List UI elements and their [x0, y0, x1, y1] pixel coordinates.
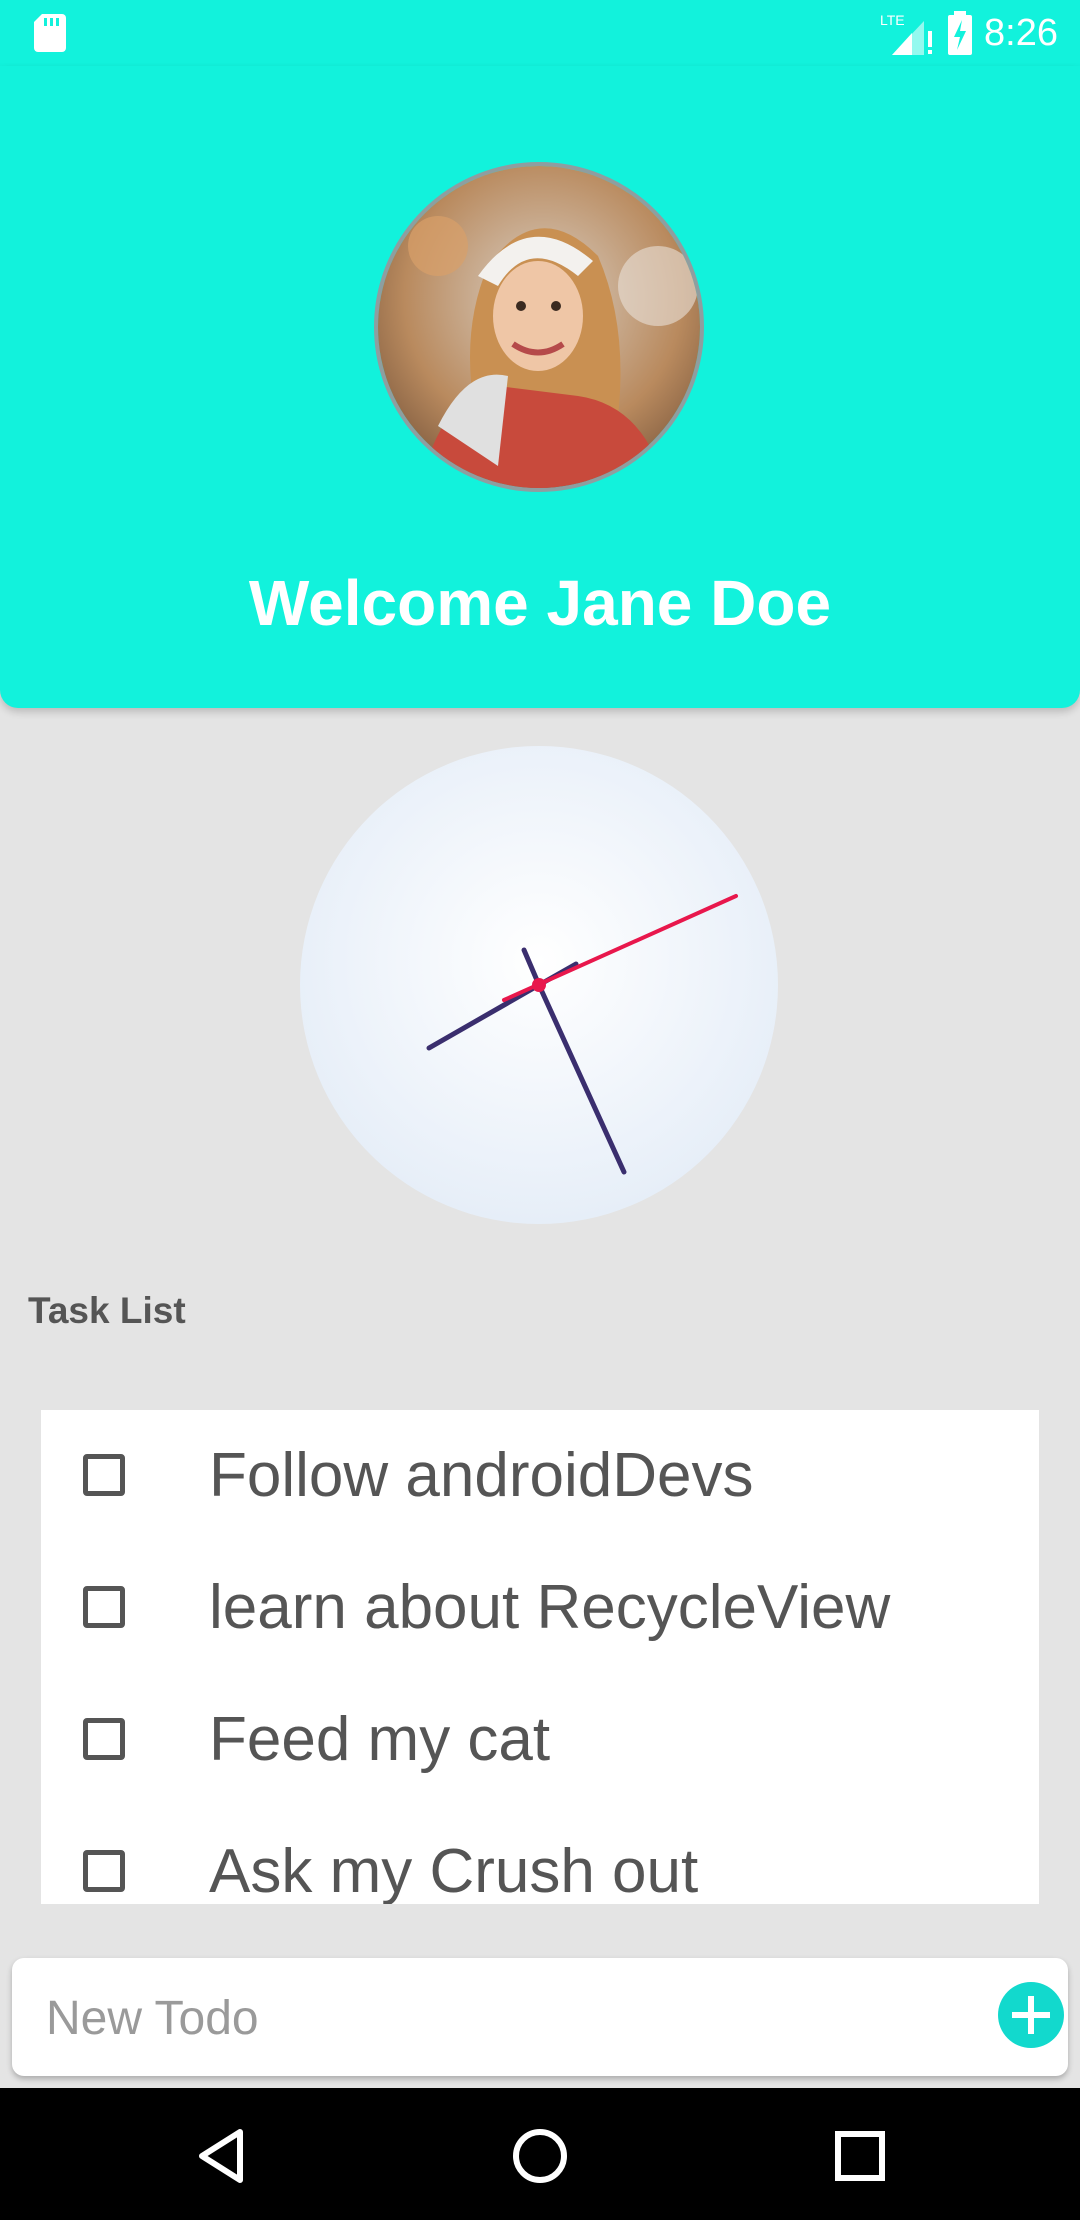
profile-header: Welcome Jane Doe [0, 66, 1080, 708]
add-todo-button[interactable] [998, 1982, 1064, 2048]
avatar[interactable] [374, 162, 704, 492]
status-time: 8:26 [984, 11, 1058, 54]
network-label: LTE [880, 12, 905, 28]
profile-photo [378, 166, 700, 488]
system-nav-bar [0, 2088, 1080, 2220]
new-todo-bar [12, 1958, 1068, 2076]
battery-charging-icon [948, 11, 973, 55]
list-item[interactable]: Follow androidDevs [41, 1410, 1039, 1542]
plus-icon [1012, 1996, 1050, 2034]
task-label: learn about RecycleView [209, 1573, 891, 1642]
welcome-title: Welcome Jane Doe [248, 567, 832, 639]
analog-clock [300, 746, 778, 1224]
signal-icon: LTE [880, 12, 933, 55]
status-bar: LTE 8:26 [0, 0, 1080, 66]
back-icon[interactable] [190, 2124, 254, 2188]
task-label: Ask my Crush out [209, 1837, 699, 1904]
task-checkbox[interactable] [83, 1586, 125, 1628]
recents-icon[interactable] [828, 2124, 892, 2188]
task-list[interactable]: Follow androidDevs learn about RecycleVi… [41, 1410, 1039, 1904]
list-item[interactable]: Ask my Crush out [41, 1806, 1039, 1904]
task-label: Follow androidDevs [209, 1441, 754, 1510]
task-checkbox[interactable] [83, 1718, 125, 1760]
new-todo-input[interactable] [44, 1980, 988, 2056]
task-list-title: Task List [28, 1290, 186, 1331]
list-item[interactable]: learn about RecycleView [41, 1542, 1039, 1674]
task-label: Feed my cat [209, 1705, 551, 1774]
list-item[interactable]: Feed my cat [41, 1674, 1039, 1806]
home-icon[interactable] [508, 2124, 572, 2188]
sd-card-icon [34, 14, 66, 52]
status-indicators: LTE 8:26 [880, 8, 1058, 58]
clock-center-dot [532, 978, 546, 992]
task-checkbox[interactable] [83, 1454, 125, 1496]
task-checkbox[interactable] [83, 1850, 125, 1892]
